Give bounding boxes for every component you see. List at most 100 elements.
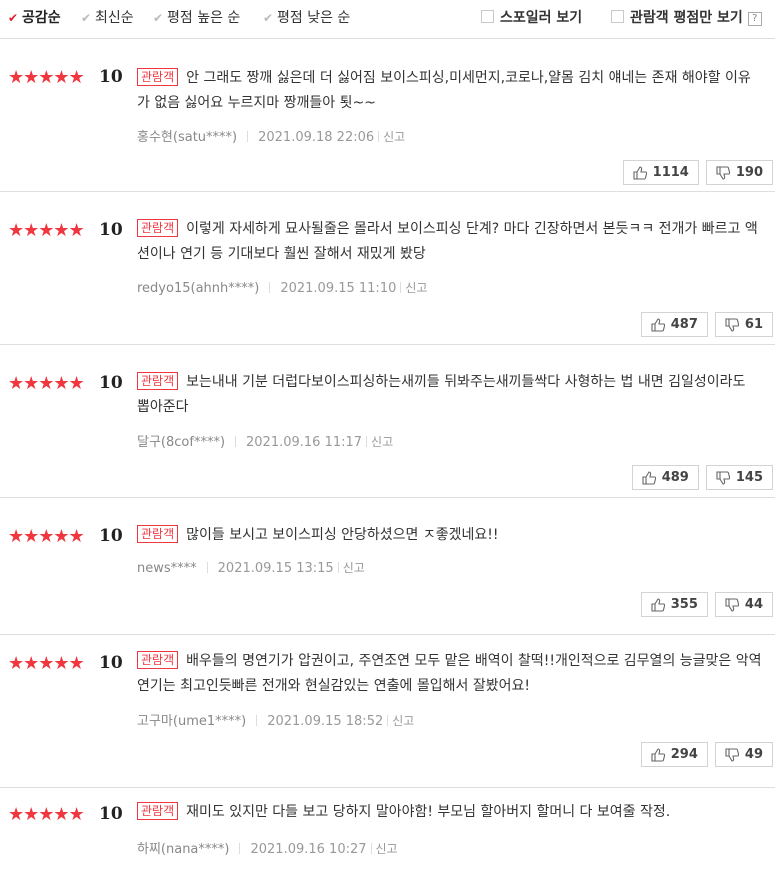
star-rating: ★★★★★ [8,526,85,547]
star-rating: ★★★★★ [8,373,85,394]
review-user[interactable]: 홍수현(satu****) [137,130,237,145]
divider [235,436,237,447]
sort-option-label: 평점 낮은 순 [277,10,351,26]
report-link[interactable]: 신고 [376,842,398,856]
review-text: 관람객 많이들 보시고 보이스피싱 안당하셨으면 ㅈ좋겠네요!! [137,523,762,548]
review-meta: 하찌(nana****) 2021.09.16 10:27 신고 [137,838,398,857]
review-user[interactable]: news**** [137,561,197,576]
review-text: 관람객 이렇게 자세하게 묘사될줄은 몰라서 보이스피싱 단계? 마다 긴장하면서… [137,217,762,267]
like-button[interactable]: 355 [640,592,708,617]
review-body: 안 그래도 짱깨 싫은데 더 싫어짐 보이스피싱,미세먼지,코로나,얄몸 김치 … [137,70,751,111]
sort-option-rating-low[interactable]: ✔ 평점 낮은 순 [263,7,350,27]
divider [337,562,339,573]
review-body: 이렇게 자세하게 묘사될줄은 몰라서 보이스피싱 단계? 마다 긴장하면서 본듯… [137,221,758,262]
dislike-button[interactable]: 49 [714,742,773,767]
audience-badge: 관람객 [137,219,179,237]
review-user[interactable]: 하찌(nana****) [137,842,229,857]
star-rating: ★★★★★ [8,220,85,241]
spoiler-filter-checkbox[interactable]: 스포일러 보기 [481,7,582,27]
report-link[interactable]: 신고 [392,714,414,728]
review-item: ★★★★★ 10 관람객 많이들 보시고 보이스피싱 안당하셨으면 ㅈ좋겠네요!!… [0,498,775,635]
like-count: 355 [670,597,698,612]
thumbs-up-icon [651,318,665,332]
check-icon: ✔ [153,11,164,25]
divider [247,131,249,142]
help-icon[interactable]: ? [747,12,762,26]
like-button[interactable]: 489 [631,465,699,490]
dislike-count: 145 [735,470,763,485]
review-meta: 고구마(ume1****) 2021.09.15 18:52 신고 [137,710,414,729]
review-text: 관람객 재미도 있지만 다들 보고 당하지 말아야함! 부모님 할아버지 할머니 … [137,800,762,825]
review-item: ★★★★★ 10 관람객 보는내내 기분 더럽다보이스피싱하는새끼들 뒤봐주는새끼… [0,345,775,498]
review-user[interactable]: 고구마(ume1****) [137,714,246,729]
review-date: 2021.09.15 11:10 [280,281,397,296]
divider [366,436,368,447]
report-link[interactable]: 신고 [405,281,427,295]
review-user[interactable]: redyo15(ahnh****) [137,281,259,296]
review-meta: news**** 2021.09.15 13:15 신고 [137,559,365,576]
like-button[interactable]: 1114 [622,160,699,185]
review-text: 관람객 배우들의 명연기가 압권이고, 주연조연 모두 맡은 배역이 찰떡!!개인… [137,649,762,699]
report-link[interactable]: 신고 [343,561,365,575]
like-count: 1114 [652,165,689,180]
review-body: 배우들의 명연기가 압권이고, 주연조연 모두 맡은 배역이 찰떡!!개인적으로… [137,653,762,694]
review-user[interactable]: 달구(8cof****) [137,435,225,450]
sort-option-latest[interactable]: ✔ 최신순 [81,7,134,27]
review-meta: 홍수현(satu****) 2021.09.18 22:06 신고 [137,126,405,145]
like-count: 487 [670,317,698,332]
sort-option-rating-high[interactable]: ✔ 평점 높은 순 [153,7,240,27]
thumbs-up-icon [651,598,665,612]
review-date: 2021.09.18 22:06 [258,130,375,145]
review-item: ★★★★★ 10 관람객 안 그래도 짱깨 싫은데 더 싫어짐 보이스피싱,미세먼… [0,39,775,192]
vote-buttons: 1114 190 [616,160,773,185]
review-score: 10 [99,373,123,393]
thumbs-up-icon [651,748,665,762]
review-item: ★★★★★ 10 관람객 재미도 있지만 다들 보고 당하지 말아야함! 부모님 … [0,788,775,878]
thumbs-down-icon [725,748,740,762]
audience-badge: 관람객 [137,802,179,820]
audience-filter-checkbox[interactable]: 관람객 평점만 보기? [611,7,762,27]
review-score: 10 [99,526,123,546]
report-link[interactable]: 신고 [371,435,393,449]
check-icon: ✔ [81,11,92,25]
like-button[interactable]: 487 [640,312,708,337]
review-body: 많이들 보시고 보이스피싱 안당하셨으면 ㅈ좋겠네요!! [186,527,499,543]
sort-bar: ✔ 공감순 ✔ 최신순 ✔ 평점 높은 순 ✔ 평점 낮은 순 스포일러 보기 관람객 … [0,0,775,39]
dislike-count: 190 [735,165,763,180]
sort-option-label: 공감순 [22,10,61,26]
review-score: 10 [99,220,123,240]
check-icon: ✔ [8,11,19,25]
audience-badge: 관람객 [137,68,179,86]
divider [239,843,241,854]
vote-buttons: 294 49 [634,742,773,767]
thumbs-down-icon [725,598,740,612]
like-button[interactable]: 294 [640,742,708,767]
sort-option-label: 최신순 [95,10,134,26]
audience-filter-label: 관람객 평점만 보기 [630,10,743,26]
review-text: 관람객 안 그래도 짱깨 싫은데 더 싫어짐 보이스피싱,미세먼지,코로나,얄몸 … [137,66,762,116]
review-score: 10 [99,804,123,824]
audience-badge: 관람객 [137,372,179,390]
dislike-button[interactable]: 190 [705,160,773,185]
divider [387,715,389,726]
divider [400,282,402,293]
thumbs-down-icon [716,166,731,180]
dislike-button[interactable]: 44 [714,592,773,617]
divider [206,562,208,573]
vote-buttons: 355 44 [634,592,773,617]
vote-buttons: 487 61 [634,312,773,337]
review-meta: 달구(8cof****) 2021.09.16 11:17 신고 [137,431,393,450]
divider [269,282,271,293]
thumbs-down-icon [716,471,731,485]
sort-option-sympathy[interactable]: ✔ 공감순 [8,7,61,27]
checkbox-icon [481,10,494,23]
dislike-count: 61 [744,317,763,332]
dislike-button[interactable]: 145 [705,465,773,490]
dislike-button[interactable]: 61 [714,312,773,337]
dislike-count: 49 [744,747,763,762]
review-text: 관람객 보는내내 기분 더럽다보이스피싱하는새끼들 뒤봐주는새끼들싹다 사형하는 … [137,370,762,420]
report-link[interactable]: 신고 [383,130,405,144]
review-score: 10 [99,653,123,673]
review-score: 10 [99,67,123,87]
divider [370,843,372,854]
